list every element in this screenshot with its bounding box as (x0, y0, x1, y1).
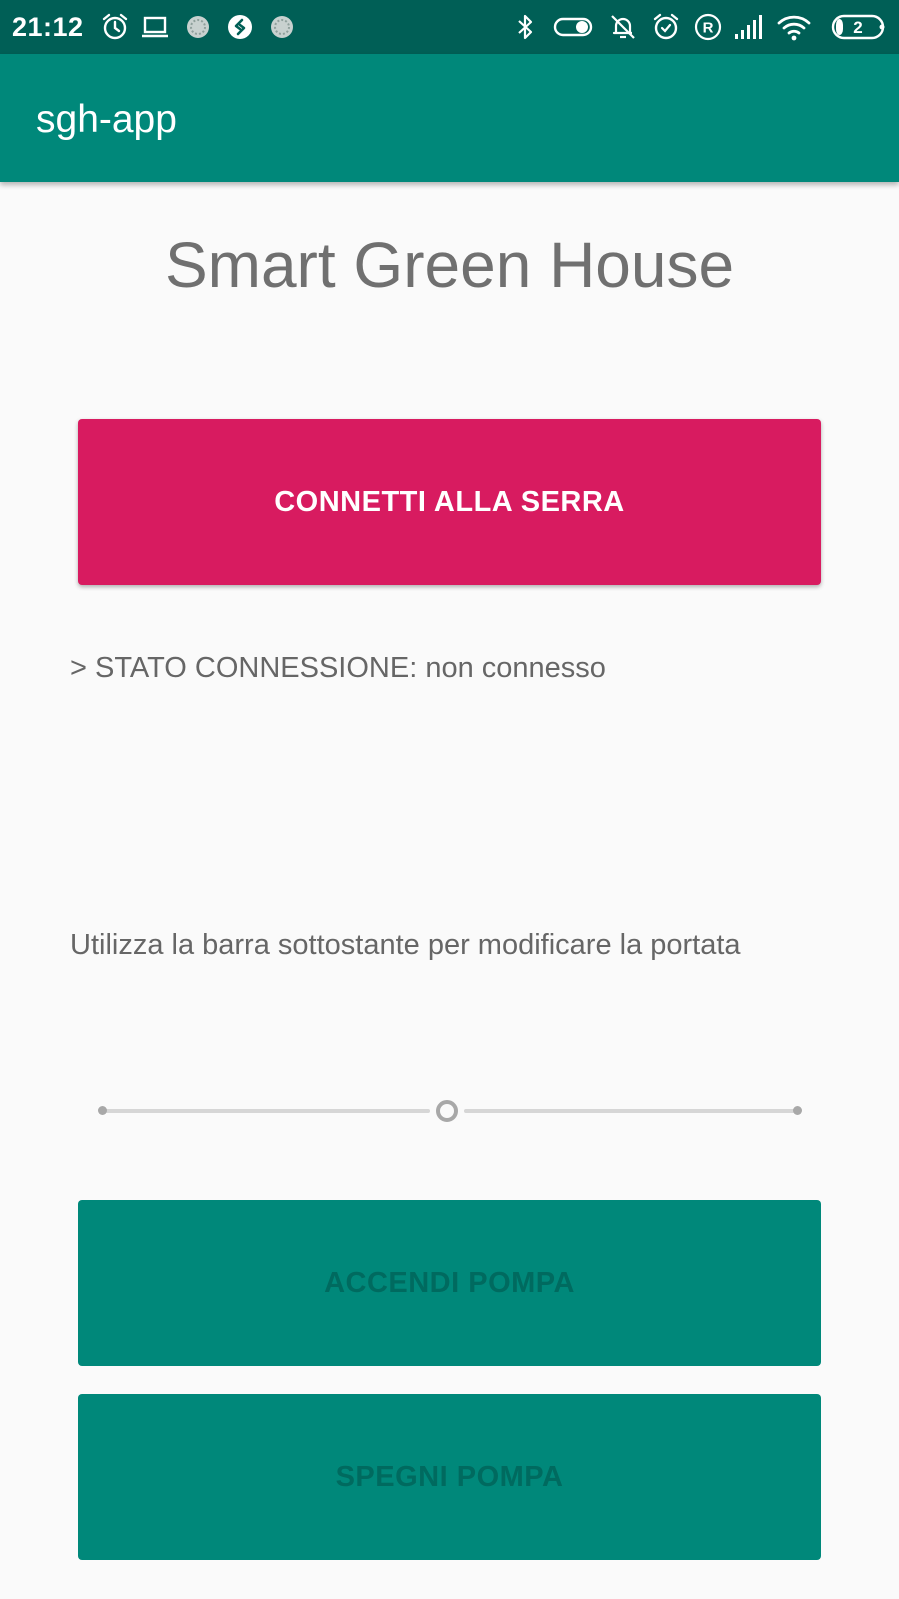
status-time: 21:12 (12, 12, 84, 42)
alarm-icon (102, 13, 128, 40)
slider-tick (793, 1106, 802, 1115)
toggle-icon (553, 17, 593, 37)
roaming-icon: R (694, 13, 722, 41)
page-title: Smart Green House (164, 229, 735, 301)
slider-track-left (102, 1109, 430, 1113)
app-bar: sgh-app (0, 54, 899, 182)
laptop-icon (142, 16, 168, 38)
app-notification-icon (271, 16, 293, 38)
svg-text:R: R (703, 20, 714, 37)
pump-off-button[interactable]: SPEGNI POMPA (78, 1394, 821, 1560)
connect-button[interactable]: CONNETTI ALLA SERRA (78, 419, 821, 585)
battery-icon: 2 (831, 14, 885, 40)
slider-tick (98, 1106, 107, 1115)
connection-status: > STATO CONNESSIONE: non connesso (70, 652, 606, 684)
wifi-icon (777, 15, 811, 41)
signal-icon (735, 15, 762, 39)
alarm-icon (653, 13, 679, 40)
pump-on-button[interactable]: ACCENDI POMPA (78, 1200, 821, 1366)
bell-off-icon (611, 15, 635, 39)
bluetooth-icon (518, 14, 533, 40)
app-title: sgh-app (36, 98, 177, 141)
battery-level: 2 (853, 18, 862, 37)
slider-thumb[interactable] (436, 1100, 458, 1122)
slider-track-right (464, 1109, 797, 1113)
app-notification-icon (187, 16, 209, 38)
slider-hint: Utilizza la barra sottostante per modifi… (70, 929, 741, 961)
status-bar: 21:12 R 2 (0, 0, 899, 54)
shazam-icon (228, 15, 252, 39)
